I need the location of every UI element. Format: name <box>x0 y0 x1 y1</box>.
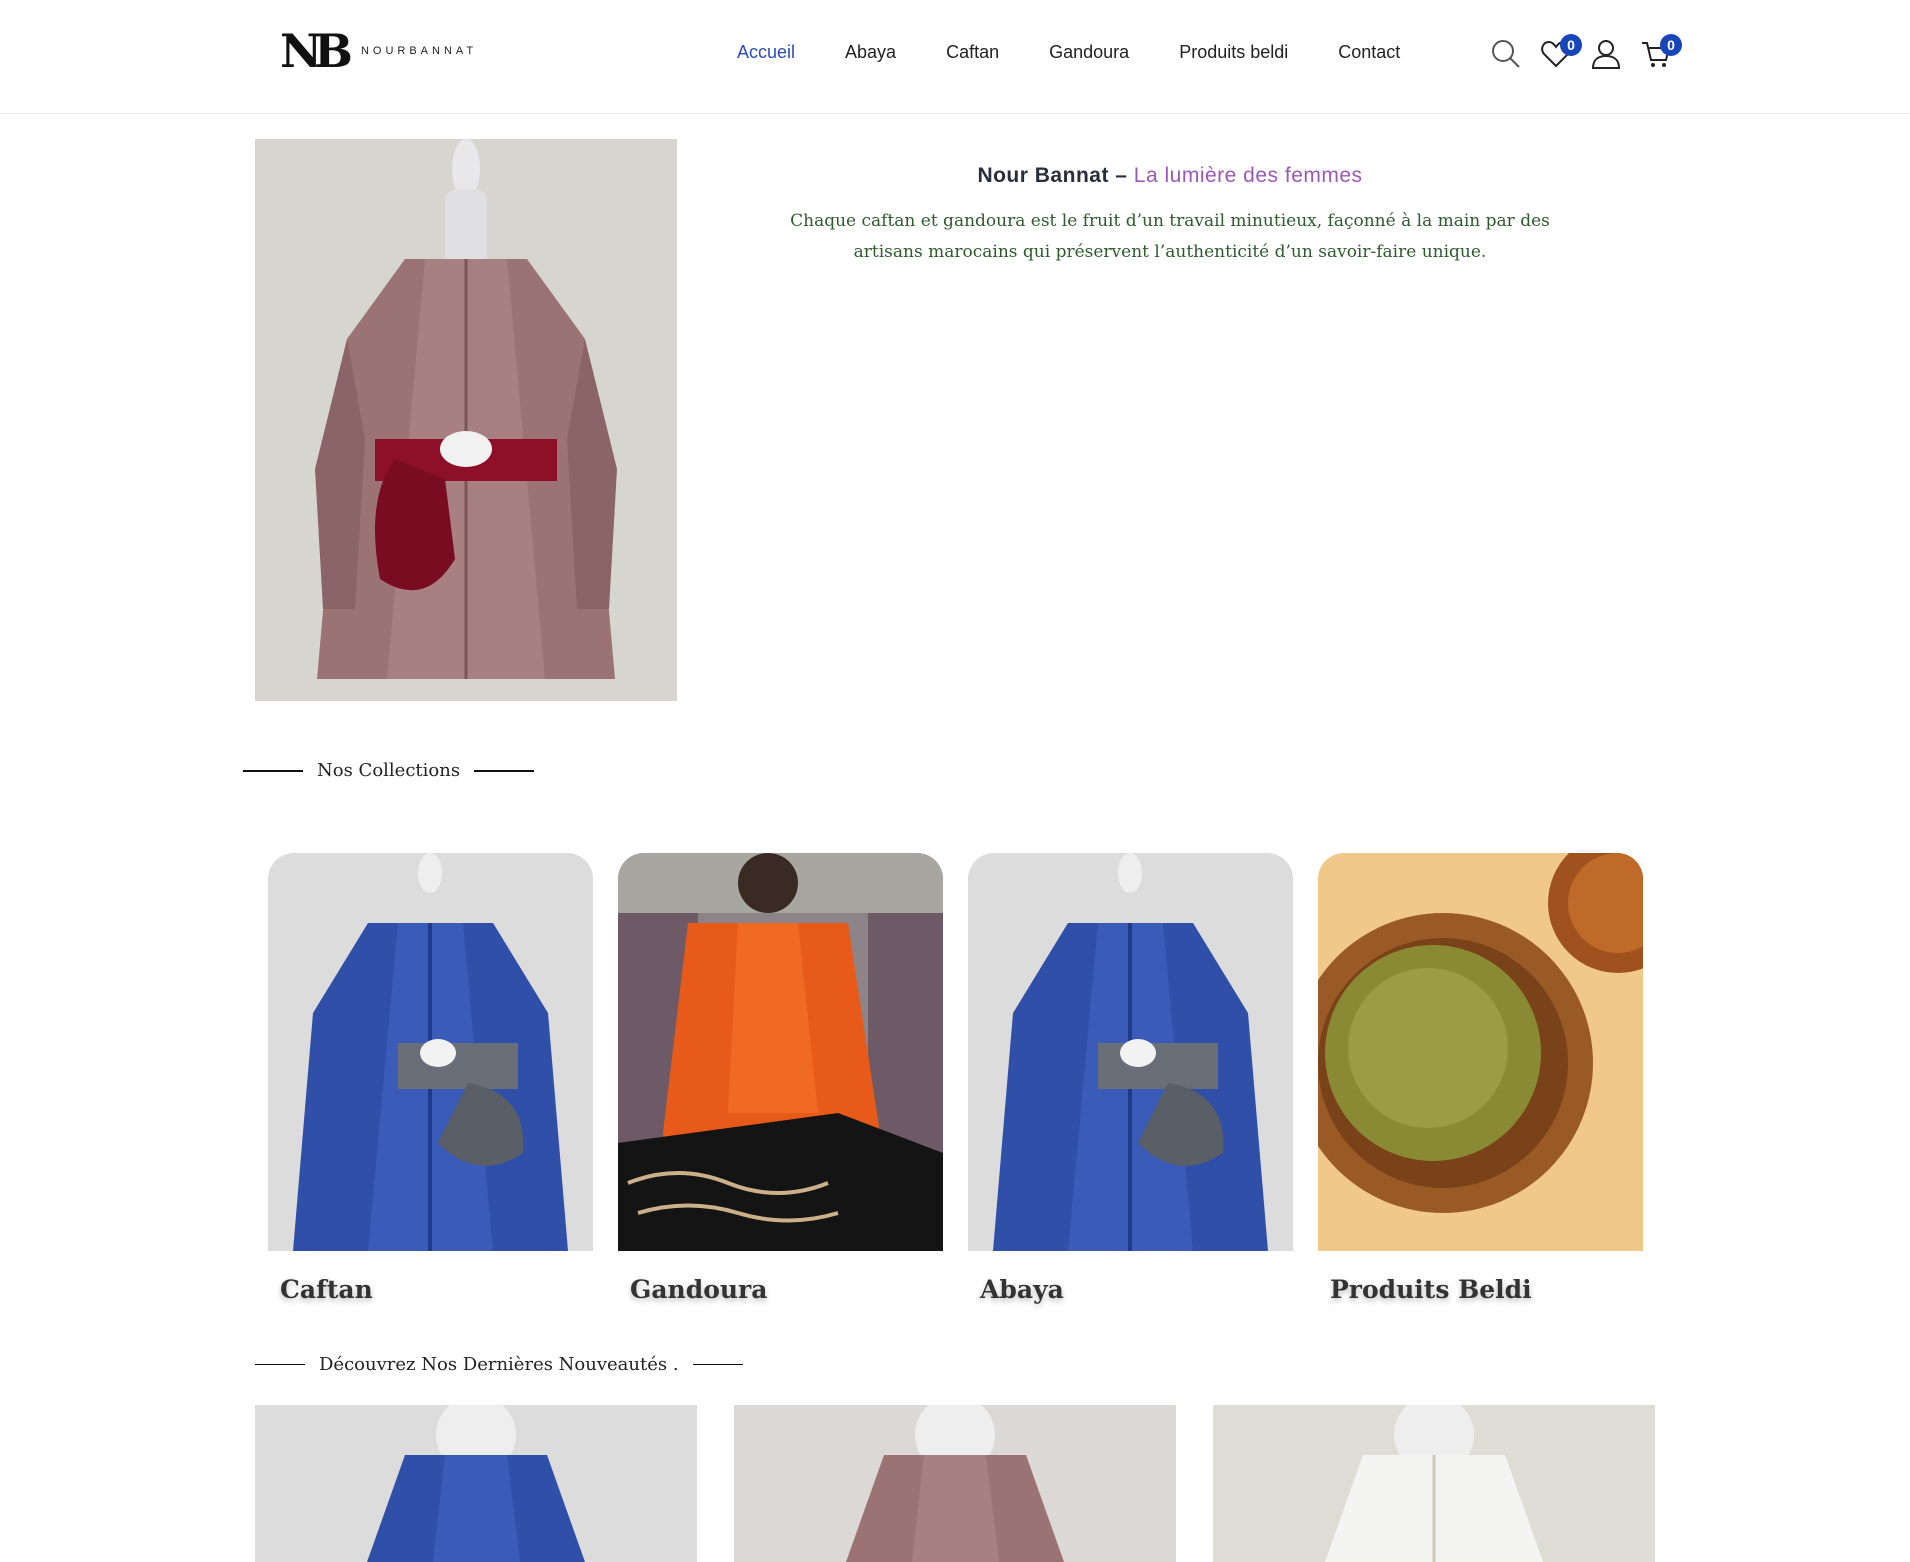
new-product-card-blue[interactable] <box>255 1405 697 1562</box>
wishlist-count-badge: 0 <box>1560 34 1582 56</box>
hero-image-caftan <box>255 139 677 701</box>
collection-label-caftan[interactable]: Caftan <box>280 1275 373 1304</box>
nav-contact[interactable]: Contact <box>1338 42 1400 63</box>
collection-label-produits-beldi[interactable]: Produits Beldi <box>1330 1275 1532 1304</box>
cart-count-badge: 0 <box>1660 34 1682 56</box>
hero-description: Chaque caftan et gandoura est le fruit d… <box>790 211 1550 262</box>
heading-line-right <box>692 1364 743 1365</box>
new-product-card-mauve[interactable] <box>734 1405 1176 1562</box>
collection-label-gandoura[interactable]: Gandoura <box>630 1275 767 1304</box>
heading-line-left <box>255 1364 305 1365</box>
hero-title-accent: La lumière des femmes <box>1133 164 1363 187</box>
heading-line-left <box>243 769 303 772</box>
nav-produits-beldi[interactable]: Produits beldi <box>1179 42 1288 63</box>
collection-label-abaya[interactable]: Abaya <box>980 1275 1064 1304</box>
site-header: NB NOURBANNAT Accueil Abaya Caftan Gando… <box>0 0 1910 114</box>
hero-title-main: Nour Bannat – <box>977 164 1128 187</box>
collection-card-caftan[interactable] <box>268 853 593 1251</box>
new-product-card-white[interactable] <box>1213 1405 1655 1562</box>
new-arrivals-heading: Découvrez Nos Dernières Nouveautés . <box>255 1354 743 1375</box>
search-icon[interactable] <box>1490 38 1522 70</box>
collections-heading: Nos Collections <box>243 760 535 781</box>
header-icons: 0 0 <box>1490 34 1682 70</box>
logo-text: NOURBANNAT <box>360 45 478 57</box>
cart-icon[interactable]: 0 <box>1640 34 1682 70</box>
nav-accueil[interactable]: Accueil <box>737 42 795 63</box>
user-icon[interactable] <box>1590 38 1622 70</box>
new-arrivals-heading-text: Découvrez Nos Dernières Nouveautés . <box>319 1354 679 1375</box>
heading-line-right <box>474 769 535 772</box>
collection-card-gandoura[interactable] <box>618 853 943 1251</box>
main-nav: Accueil Abaya Caftan Gandoura Produits b… <box>737 42 1450 63</box>
logo-mark: NB <box>280 24 353 78</box>
nav-caftan[interactable]: Caftan <box>946 42 999 63</box>
heart-icon[interactable]: 0 <box>1540 34 1582 70</box>
logo[interactable]: NB NOURBANNAT <box>280 28 477 74</box>
hero-title: Nour Bannat – La lumière des femmes <box>760 164 1580 188</box>
nav-gandoura[interactable]: Gandoura <box>1049 42 1129 63</box>
collections-heading-text: Nos Collections <box>317 760 461 781</box>
collection-card-produits-beldi[interactable] <box>1318 853 1643 1251</box>
nav-abaya[interactable]: Abaya <box>845 42 896 63</box>
collection-card-abaya[interactable] <box>968 853 1293 1251</box>
